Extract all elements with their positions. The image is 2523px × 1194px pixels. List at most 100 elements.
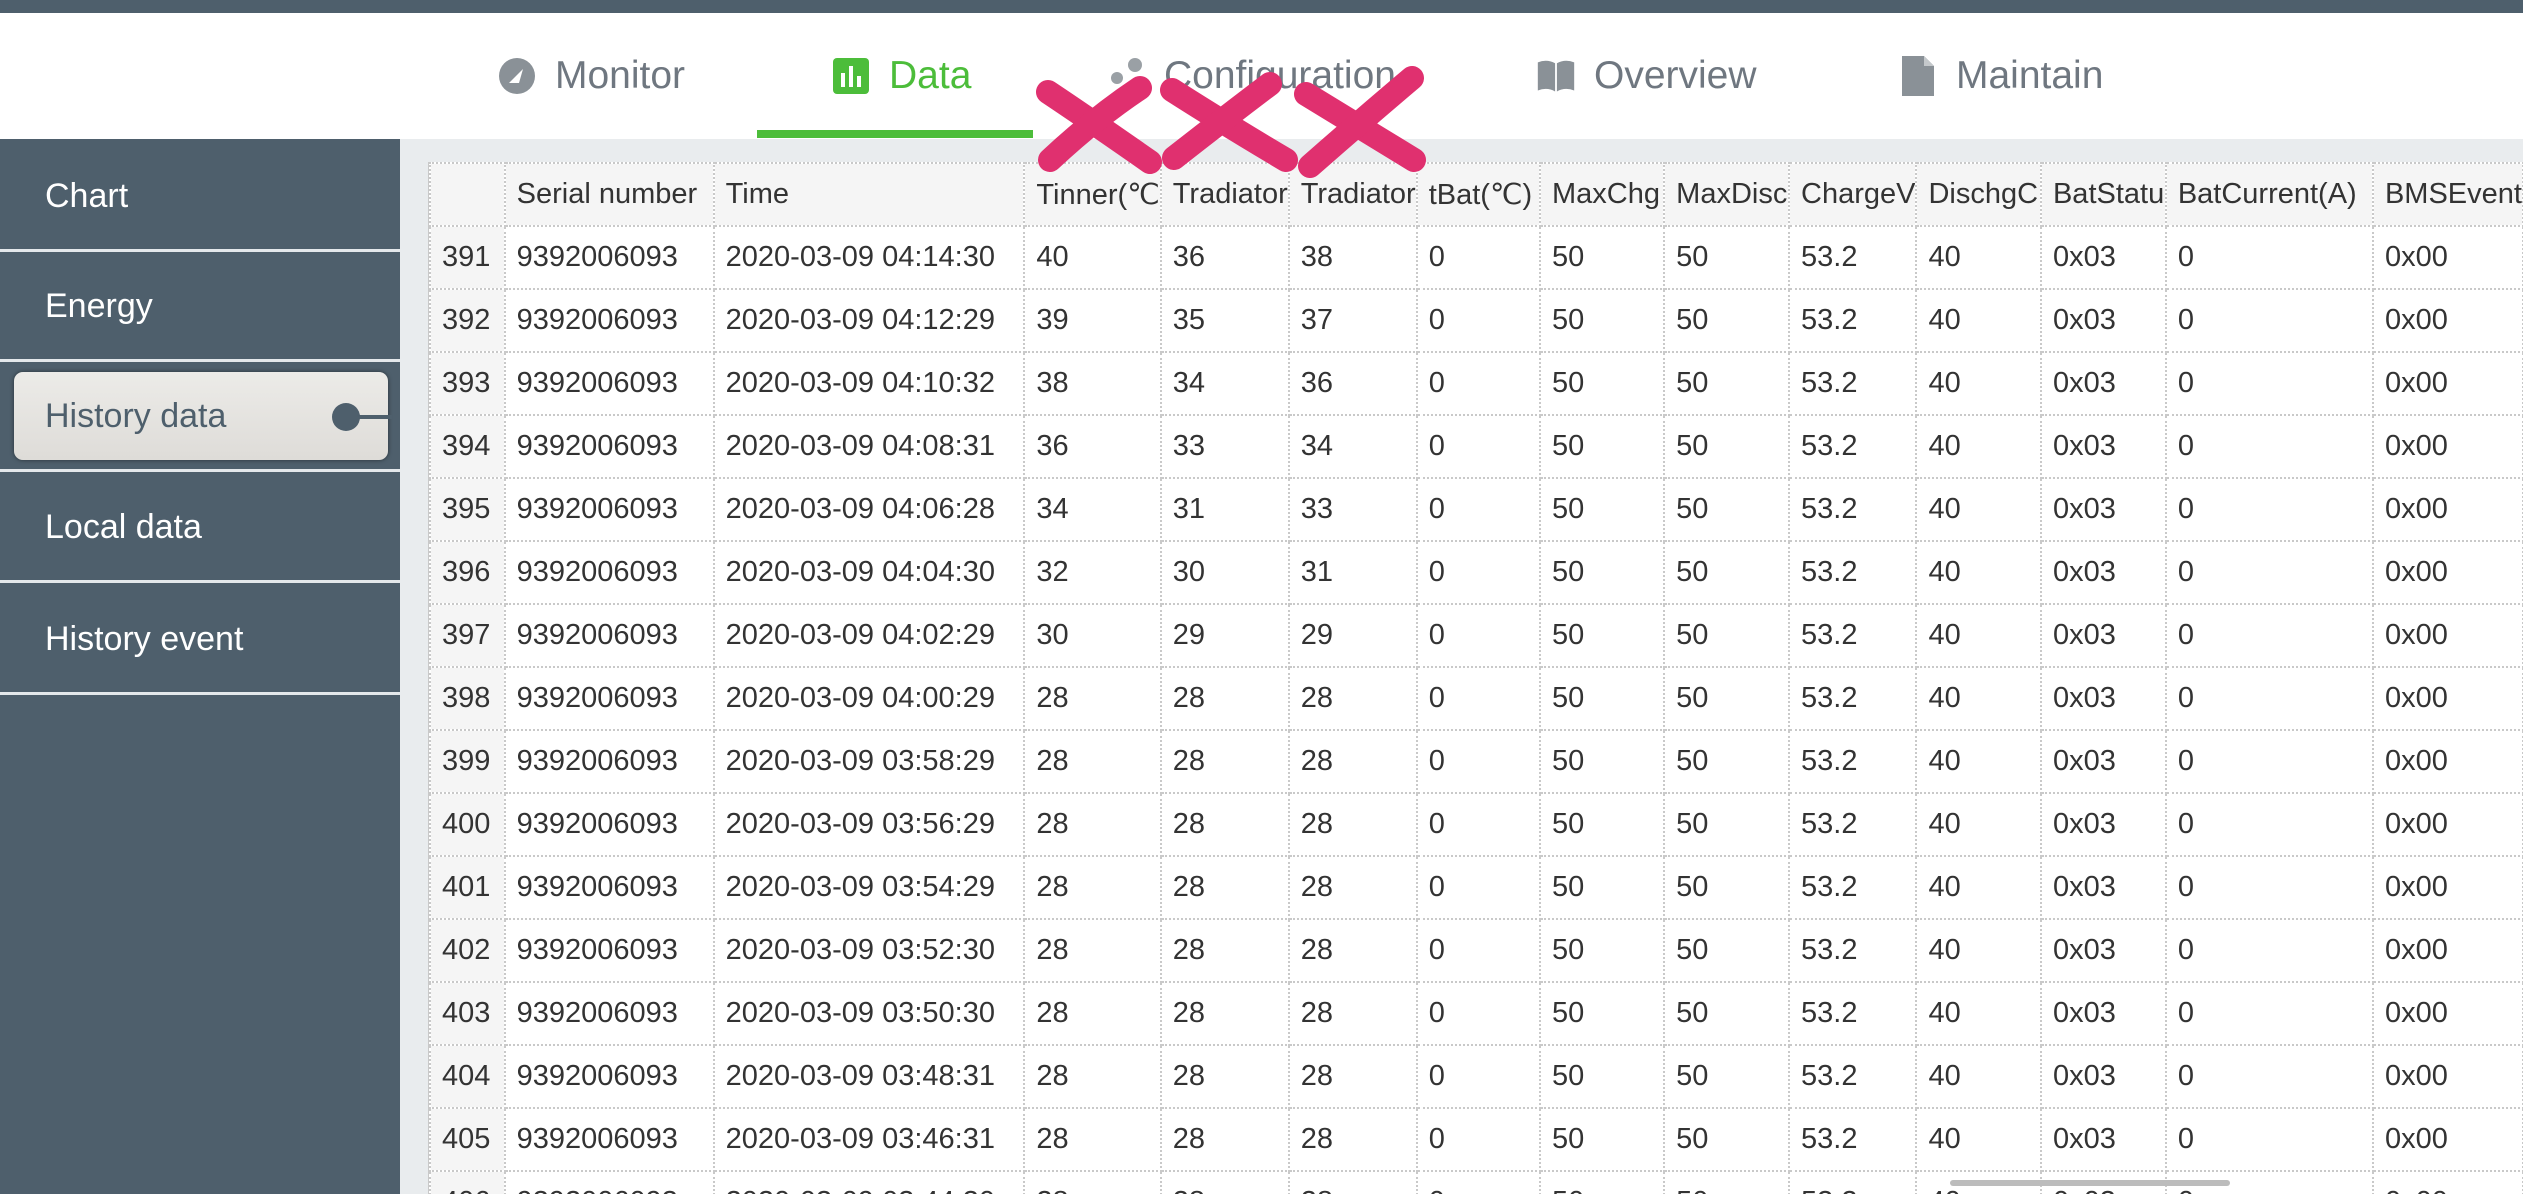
cell-tradiator-1: 35: [1159, 288, 1290, 353]
cell-max-disc: 50: [1663, 225, 1790, 290]
column-header-tradiator-1[interactable]: Tradiator: [1159, 162, 1290, 227]
cell-bms-event: 0x00: [2371, 288, 2523, 353]
cell-time: 2020-03-09 04:12:29: [712, 288, 1026, 353]
column-header-bat-current[interactable]: BatCurrent(A): [2164, 162, 2374, 227]
tab-overview[interactable]: Overview: [1536, 13, 1757, 139]
table-row[interactable]: 395 9392006093 2020-03-09 04:06:28 34 31 33 0 5…: [429, 477, 2523, 542]
history-data-table-container[interactable]: Serial number Time Tinner(℃ Tradiator Tradia…: [428, 162, 2523, 1194]
cell-tbat: 0: [1415, 729, 1541, 794]
document-icon: [1898, 56, 1938, 96]
cell-bms-event: 0x00: [2371, 666, 2523, 731]
table-row[interactable]: 394 9392006093 2020-03-09 04:08:31 36 33 34 0 5…: [429, 414, 2523, 479]
cell-tinner: 28: [1023, 1170, 1162, 1194]
cell-bat-status: 0x03: [2039, 540, 2167, 605]
table-row[interactable]: 402 9392006093 2020-03-09 03:52:30 28 28 28 0 5…: [429, 918, 2523, 983]
column-header-tradiator-2[interactable]: Tradiator: [1287, 162, 1418, 227]
cell-serial-number: 9392006093: [503, 729, 715, 794]
column-header-bms-event[interactable]: BMSEvent: [2371, 162, 2523, 227]
column-header-max-chg[interactable]: MaxChg: [1538, 162, 1666, 227]
table-row[interactable]: 401 9392006093 2020-03-09 03:54:29 28 28 28 0 5…: [429, 855, 2523, 920]
column-header-dischg-c[interactable]: DischgC: [1915, 162, 2042, 227]
cell-max-disc: 50: [1663, 288, 1790, 353]
cell-tradiator-2: 28: [1287, 729, 1418, 794]
column-header-bat-status[interactable]: BatStatu: [2039, 162, 2167, 227]
cell-tradiator-2: 28: [1287, 1107, 1418, 1172]
cell-charge-v: 53.2: [1787, 351, 1918, 416]
column-header-tbat[interactable]: tBat(℃): [1415, 162, 1541, 227]
table-row[interactable]: 392 9392006093 2020-03-09 04:12:29 39 35 37 0 5…: [429, 288, 2523, 353]
cell-max-disc: 50: [1663, 540, 1790, 605]
cell-time: 2020-03-09 04:14:30: [712, 225, 1026, 290]
cell-tradiator-1: 29: [1159, 603, 1290, 668]
table-row[interactable]: 396 9392006093 2020-03-09 04:04:30 32 30 31 0 5…: [429, 540, 2523, 605]
column-header-time[interactable]: Time: [712, 162, 1026, 227]
cell-time: 2020-03-09 03:50:30: [712, 981, 1026, 1046]
cell-row-index: 404: [429, 1044, 506, 1109]
sidebar-item-chart[interactable]: Chart: [0, 144, 400, 252]
table-row[interactable]: 405 9392006093 2020-03-09 03:46:31 28 28 28 0 5…: [429, 1107, 2523, 1172]
cell-tbat: 0: [1415, 225, 1541, 290]
cell-time: 2020-03-09 04:02:29: [712, 603, 1026, 668]
cell-tradiator-2: 29: [1287, 603, 1418, 668]
table-row[interactable]: 404 9392006093 2020-03-09 03:48:31 28 28 28 0 5…: [429, 1044, 2523, 1109]
cell-max-disc: 50: [1663, 1170, 1790, 1194]
tab-configuration[interactable]: Configuration: [1106, 13, 1396, 139]
sidebar-item-local-data[interactable]: Local data: [0, 475, 400, 583]
cell-tinner: 28: [1023, 981, 1162, 1046]
tab-data[interactable]: Data: [831, 13, 971, 139]
cell-tradiator-1: 28: [1159, 792, 1290, 857]
table-row[interactable]: 400 9392006093 2020-03-09 03:56:29 28 28 28 0 5…: [429, 792, 2523, 857]
cell-tbat: 0: [1415, 603, 1541, 668]
cell-charge-v: 53.2: [1787, 729, 1918, 794]
cell-row-index: 393: [429, 351, 506, 416]
cell-tradiator-1: 34: [1159, 351, 1290, 416]
cell-tradiator-2: 28: [1287, 981, 1418, 1046]
cell-max-chg: 50: [1538, 729, 1666, 794]
cell-dischg-c: 40: [1915, 792, 2042, 857]
cell-serial-number: 9392006093: [503, 351, 715, 416]
cell-dischg-c: 40: [1915, 981, 2042, 1046]
column-header-serial-number[interactable]: Serial number: [503, 162, 715, 227]
table-row[interactable]: 391 9392006093 2020-03-09 04:14:30 40 36 38 0 5…: [429, 225, 2523, 290]
cell-bat-status: 0x03: [2039, 288, 2167, 353]
cell-tradiator-2: 28: [1287, 1044, 1418, 1109]
table-row[interactable]: 393 9392006093 2020-03-09 04:10:32 38 34 36 0 5…: [429, 351, 2523, 416]
cell-time: 2020-03-09 04:10:32: [712, 351, 1026, 416]
share-nodes-icon: [1106, 56, 1146, 96]
table-row[interactable]: 403 9392006093 2020-03-09 03:50:30 28 28 28 0 5…: [429, 981, 2523, 1046]
cell-bms-event: 0x00: [2371, 477, 2523, 542]
cell-max-disc: 50: [1663, 414, 1790, 479]
cell-bat-status: 0x03: [2039, 1107, 2167, 1172]
column-header-tinner[interactable]: Tinner(℃: [1023, 162, 1162, 227]
cell-tinner: 34: [1023, 477, 1162, 542]
tab-monitor[interactable]: Monitor: [497, 13, 685, 139]
table-row[interactable]: 399 9392006093 2020-03-09 03:58:29 28 28 28 0 5…: [429, 729, 2523, 794]
book-icon: [1536, 56, 1576, 96]
horizontal-scrollbar[interactable]: [1950, 1180, 2230, 1186]
cell-tradiator-2: 36: [1287, 351, 1418, 416]
table-row[interactable]: 397 9392006093 2020-03-09 04:02:29 30 29 29 0 5…: [429, 603, 2523, 668]
cell-bat-status: 0x03: [2039, 792, 2167, 857]
tab-maintain[interactable]: Maintain: [1898, 13, 2103, 139]
sidebar-item-energy[interactable]: Energy: [0, 254, 400, 362]
cell-max-chg: 50: [1538, 225, 1666, 290]
cell-tinner: 28: [1023, 1044, 1162, 1109]
cell-serial-number: 9392006093: [503, 792, 715, 857]
cell-time: 2020-03-09 04:00:29: [712, 666, 1026, 731]
cell-tbat: 0: [1415, 918, 1541, 983]
tab-label: Monitor: [555, 54, 686, 97]
column-header-row-index[interactable]: [429, 162, 506, 227]
column-header-charge-v[interactable]: ChargeV: [1787, 162, 1918, 227]
sidebar-item-history-event[interactable]: History event: [0, 587, 400, 695]
cell-serial-number: 9392006093: [503, 225, 715, 290]
cell-tinner: 28: [1023, 918, 1162, 983]
cell-tradiator-1: 28: [1159, 1170, 1290, 1194]
cell-charge-v: 53.2: [1787, 540, 1918, 605]
table-row[interactable]: 398 9392006093 2020-03-09 04:00:29 28 28 28 0 5…: [429, 666, 2523, 731]
cell-dischg-c: 40: [1915, 1044, 2042, 1109]
cell-charge-v: 53.2: [1787, 225, 1918, 290]
cell-bms-event: 0x00: [2371, 918, 2523, 983]
cell-time: 2020-03-09 03:54:29: [712, 855, 1026, 920]
column-header-max-disc[interactable]: MaxDisc: [1663, 162, 1790, 227]
cell-tradiator-1: 28: [1159, 666, 1290, 731]
